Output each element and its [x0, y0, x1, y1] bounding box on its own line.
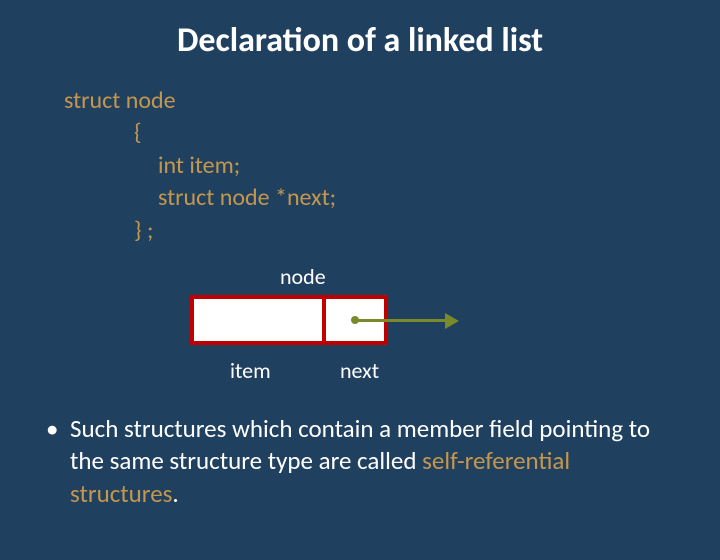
code-line-1: struct node [64, 85, 720, 117]
node-diagram: node item next [0, 263, 720, 393]
code-block: struct node { int item; struct node *nex… [64, 85, 720, 247]
bullet-point: • Such structures which contain a member… [46, 413, 674, 511]
pointer-arrow-line [355, 319, 447, 322]
node-caption: node [280, 263, 326, 290]
code-line-2: { [64, 117, 720, 149]
bullet-text: Such structures which contain a member f… [70, 413, 674, 511]
node-item-cell [194, 299, 322, 341]
pointer-arrow-head-icon [445, 313, 459, 329]
slide-title: Declaration of a linked list [0, 20, 720, 61]
next-caption: next [340, 357, 379, 384]
item-caption: item [230, 357, 271, 384]
code-line-4: struct node *next; [64, 182, 720, 214]
code-line-5: } ; [64, 215, 720, 247]
bullet-mark: • [46, 413, 70, 511]
bullet-text-post: . [172, 478, 178, 509]
code-line-3: int item; [64, 150, 720, 182]
